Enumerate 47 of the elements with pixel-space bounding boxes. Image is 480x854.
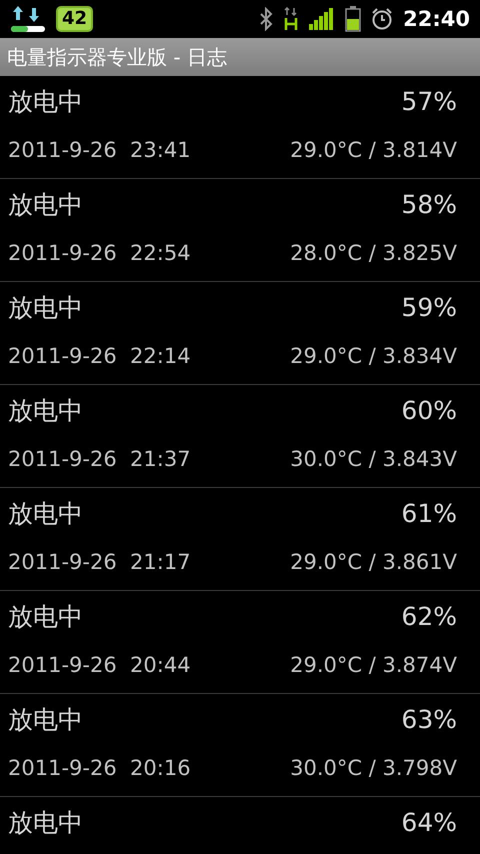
- battery-percent: 59%: [401, 292, 457, 324]
- log-entry[interactable]: 放电中 57% 2011-9-26 23:41 29.0°C / 3.814V: [0, 76, 480, 179]
- log-entry[interactable]: 放电中 59% 2011-9-26 22:14 29.0°C / 3.834V: [0, 282, 480, 385]
- signal-icon: [309, 8, 336, 30]
- log-datetime: 2011-9-26 21:17: [8, 549, 191, 576]
- log-datetime: 2011-9-26 22:54: [8, 240, 191, 267]
- data-transfer-icon: [10, 4, 46, 34]
- charge-status: 放电中: [8, 86, 83, 118]
- charge-status: 放电中: [8, 807, 83, 839]
- temperature-voltage: 30.0°C / 3.798V: [290, 755, 457, 782]
- log-entry[interactable]: 放电中 58% 2011-9-26 22:54 28.0°C / 3.825V: [0, 179, 480, 282]
- log-datetime: 2011-9-26 20:16: [8, 755, 191, 782]
- charge-status: 放电中: [8, 189, 83, 221]
- log-entry[interactable]: 放电中 62% 2011-9-26 20:44 29.0°C / 3.874V: [0, 591, 480, 694]
- temperature-voltage: 30.0°C / 3.843V: [290, 446, 457, 473]
- battery-percent: 63%: [401, 704, 457, 736]
- temperature-voltage: 29.0°C / 3.814V: [290, 137, 457, 164]
- charge-status: 放电中: [8, 601, 83, 633]
- window-title: 电量指示器专业版 - 日志: [7, 44, 227, 70]
- log-entry[interactable]: 放电中 64%: [0, 797, 480, 854]
- log-datetime: 2011-9-26 21:37: [8, 446, 191, 473]
- bluetooth-icon: [259, 7, 274, 31]
- alarm-clock-icon: [371, 8, 394, 30]
- battery-percent: 62%: [401, 601, 457, 633]
- charge-status: 放电中: [8, 704, 83, 736]
- battery-percent: 61%: [401, 498, 457, 530]
- temperature-voltage: 29.0°C / 3.834V: [290, 343, 457, 370]
- log-datetime: 2011-9-26 23:41: [8, 137, 191, 164]
- temperature-voltage: 29.0°C / 3.874V: [290, 652, 457, 679]
- notification-count: 42: [56, 6, 94, 32]
- battery-percent: 57%: [401, 86, 457, 118]
- log-entry[interactable]: 放电中 61% 2011-9-26 21:17 29.0°C / 3.861V: [0, 488, 480, 591]
- hspa-icon: [283, 7, 300, 31]
- charge-status: 放电中: [8, 292, 83, 324]
- charge-status: 放电中: [8, 395, 83, 427]
- battery-icon: [345, 6, 362, 32]
- battery-percent: 64%: [401, 807, 457, 839]
- log-entry[interactable]: 放电中 63% 2011-9-26 20:16 30.0°C / 3.798V: [0, 694, 480, 797]
- battery-percent: 60%: [401, 395, 457, 427]
- battery-percent: 58%: [401, 189, 457, 221]
- log-datetime: 2011-9-26 22:14: [8, 343, 191, 370]
- charge-status: 放电中: [8, 498, 83, 530]
- clock-time: 22:40: [403, 7, 470, 31]
- temperature-voltage: 28.0°C / 3.825V: [290, 240, 457, 267]
- log-datetime: 2011-9-26 20:44: [8, 652, 191, 679]
- log-entry[interactable]: 放电中 60% 2011-9-26 21:37 30.0°C / 3.843V: [0, 385, 480, 488]
- temperature-voltage: 29.0°C / 3.861V: [290, 549, 457, 576]
